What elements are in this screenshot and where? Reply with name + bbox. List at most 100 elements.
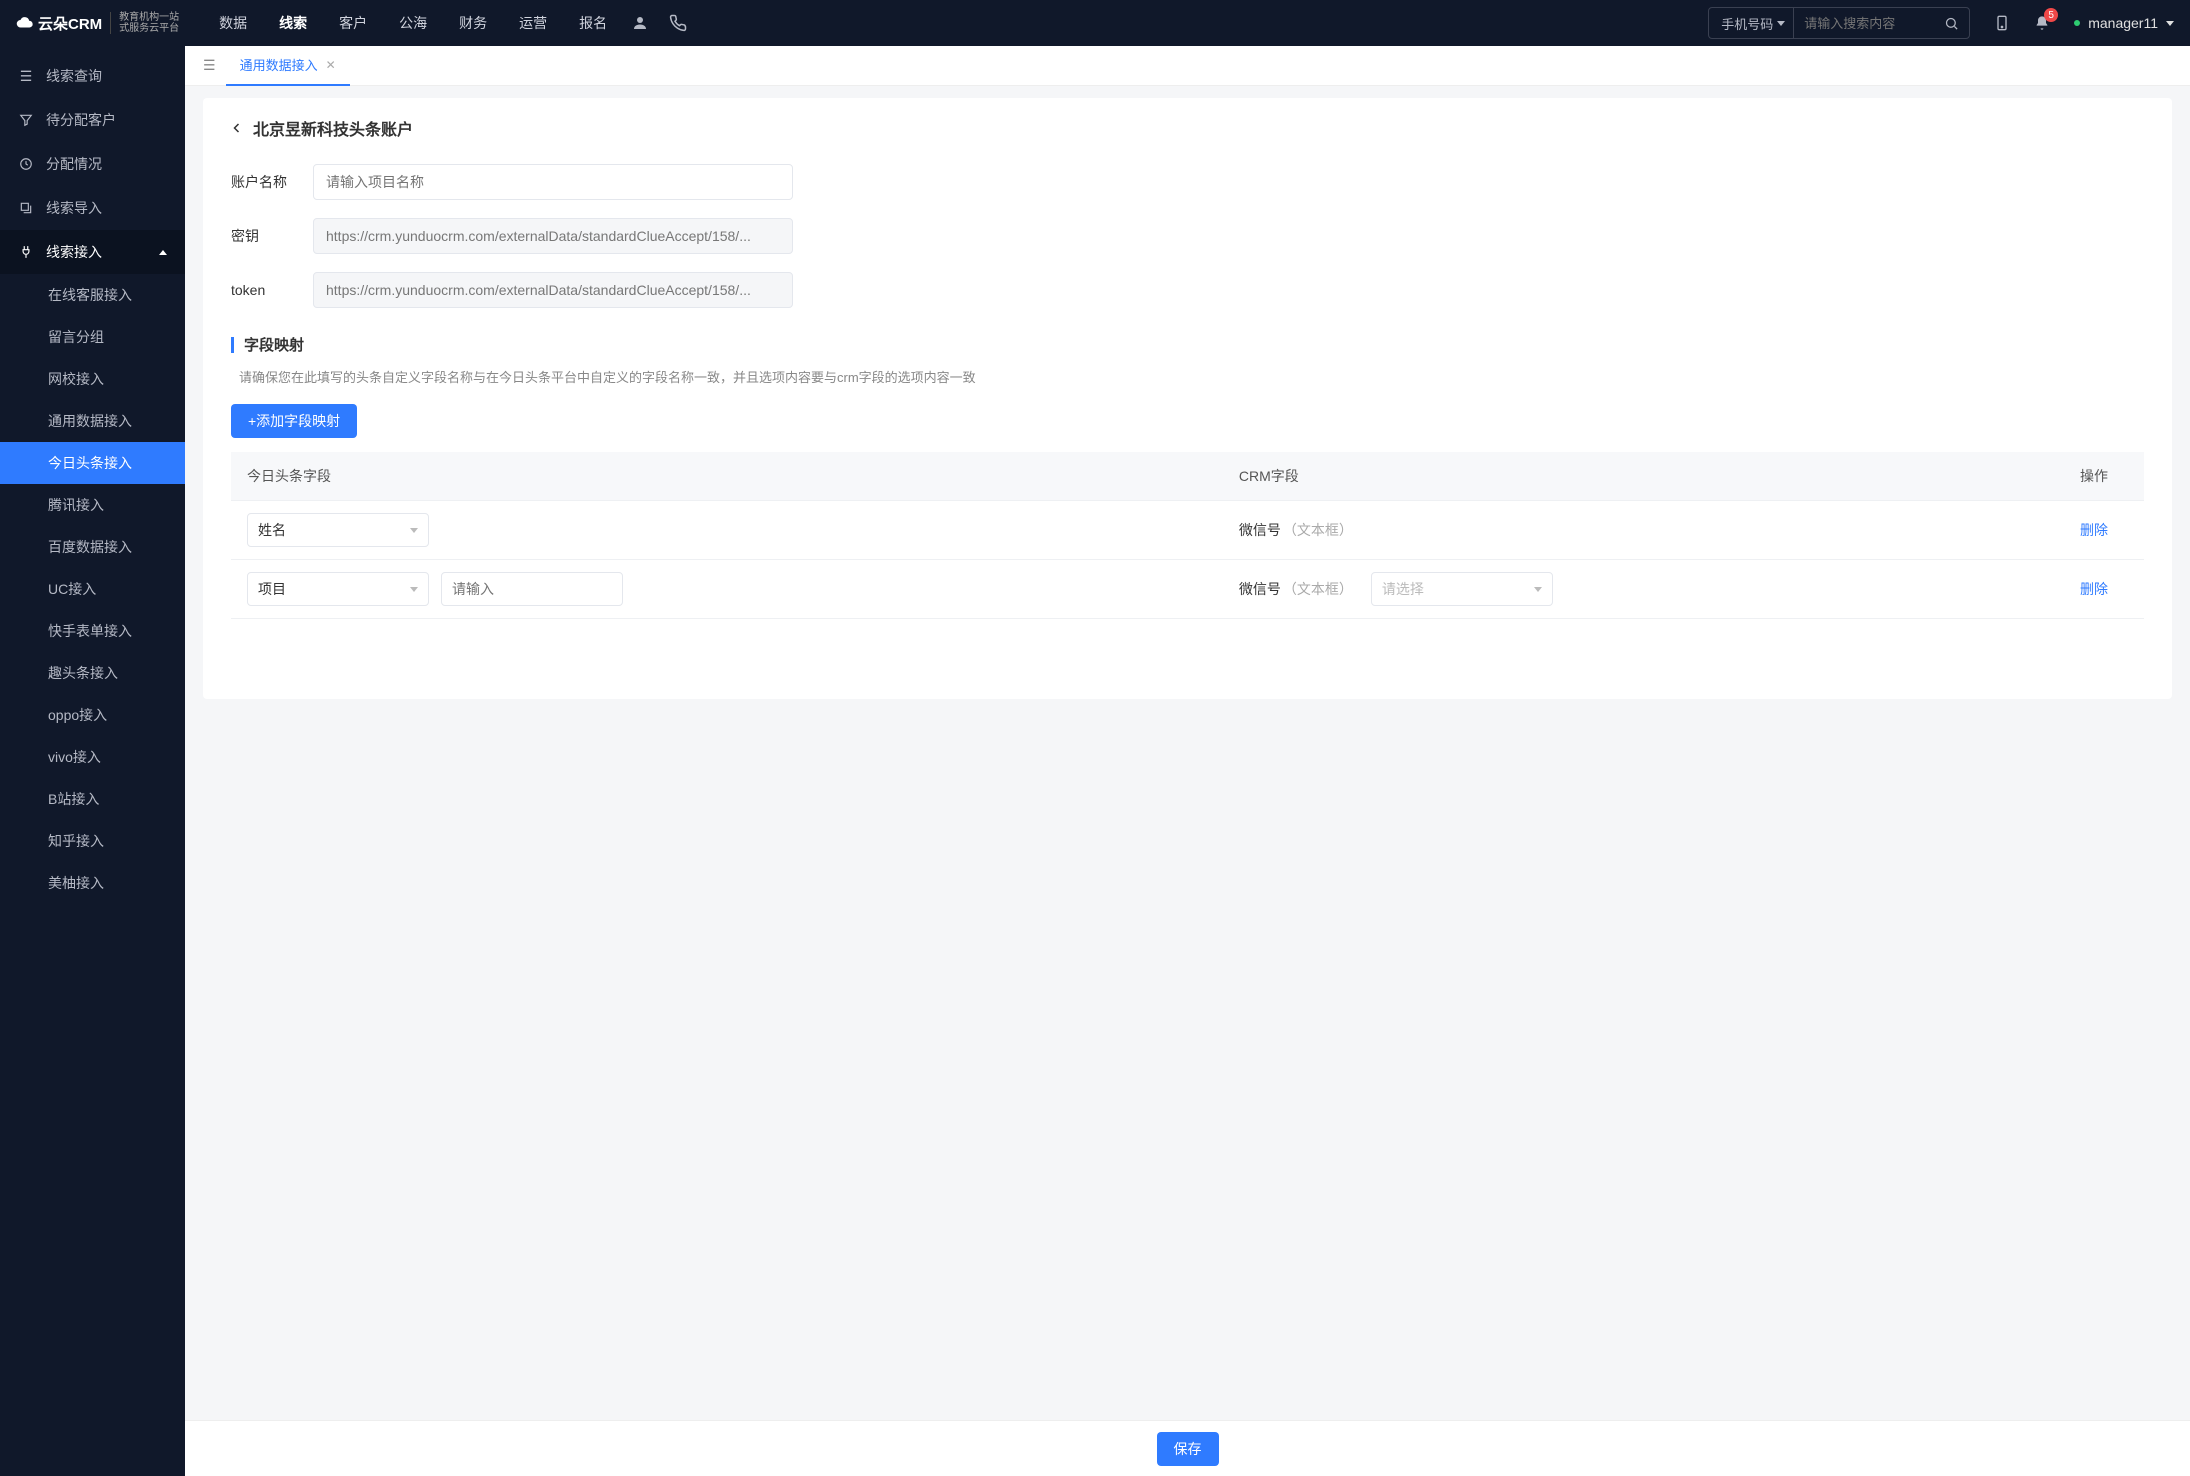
- search-icon[interactable]: [1934, 16, 1969, 31]
- tab-bar: ☰ 通用数据接入 ✕: [185, 46, 2190, 86]
- crm-field-hint: （文本框）: [1283, 522, 1353, 538]
- chevron-down-icon: [1777, 21, 1785, 26]
- nav-customer[interactable]: 客户: [339, 13, 367, 33]
- sidebar-sub-general-data[interactable]: 通用数据接入: [0, 400, 185, 442]
- notification-bell[interactable]: 5: [2034, 14, 2050, 32]
- sidebar-sub-meiyou[interactable]: 美柚接入: [0, 862, 185, 904]
- delete-row-button[interactable]: 删除: [2080, 581, 2108, 597]
- user-name: manager11: [2088, 15, 2158, 31]
- page-header: 北京昱新科技头条账户: [231, 116, 2144, 140]
- secret-value-field[interactable]: https://crm.yunduocrm.com/externalData/s…: [313, 218, 793, 254]
- nav-leads[interactable]: 线索: [279, 13, 307, 33]
- sidebar-item-allocation[interactable]: 分配情况: [0, 142, 185, 186]
- tab-label: 通用数据接入: [240, 55, 318, 74]
- chevron-down-icon: [1534, 587, 1542, 592]
- sidebar-sub-qutoutiao[interactable]: 趣头条接入: [0, 652, 185, 694]
- sidebar-item-label: 线索接入: [46, 242, 102, 262]
- save-button[interactable]: 保存: [1157, 1432, 1219, 1466]
- mapping-title: 字段映射: [244, 334, 304, 355]
- search-input[interactable]: [1794, 16, 1934, 31]
- brand-tagline-2: 式服务云平台: [119, 23, 179, 34]
- call-icon[interactable]: [669, 14, 687, 32]
- search-type-label: 手机号码: [1721, 14, 1773, 33]
- nav-ops[interactable]: 运营: [519, 13, 547, 33]
- field-mapping-table: 今日头条字段 CRM字段 操作 姓名: [231, 452, 2144, 619]
- accent-bar-icon: [231, 337, 234, 353]
- source-field-select[interactable]: 姓名: [247, 513, 429, 547]
- close-icon[interactable]: ✕: [326, 58, 336, 72]
- global-search: 手机号码: [1708, 7, 1970, 39]
- sidebar-item-pending-customer[interactable]: 待分配客户: [0, 98, 185, 142]
- nav-signup[interactable]: 报名: [579, 13, 607, 33]
- nav-data[interactable]: 数据: [219, 13, 247, 33]
- delete-row-button[interactable]: 删除: [2080, 522, 2108, 538]
- select-placeholder: 请选择: [1382, 579, 1424, 599]
- topbar-iconset: [631, 14, 687, 32]
- sidebar-sub-uc[interactable]: UC接入: [0, 568, 185, 610]
- sidebar-sub-message-group[interactable]: 留言分组: [0, 316, 185, 358]
- sidebar-sub-oppo[interactable]: oppo接入: [0, 694, 185, 736]
- col-crm-field: CRM字段: [1223, 452, 2064, 501]
- crm-field-display: 微信号（文本框）: [1239, 579, 1353, 599]
- sidebar-sub-baidu[interactable]: 百度数据接入: [0, 526, 185, 568]
- crm-field-display: 微信号（文本框）: [1239, 522, 1353, 538]
- chevron-down-icon: [410, 528, 418, 533]
- mapping-description: 请确保您在此填写的头条自定义字段名称与在今日头条平台中自定义的字段名称一致，并且…: [239, 367, 2144, 386]
- collapse-sidebar-icon[interactable]: ☰: [193, 57, 226, 74]
- crm-field-hint: （文本框）: [1283, 581, 1353, 597]
- page-content: 北京昱新科技头条账户 账户名称 密钥 https://crm.yunduocrm…: [203, 98, 2172, 699]
- topbar-right: 手机号码 5 manager11: [1708, 7, 2174, 39]
- sidebar-sub-school[interactable]: 网校接入: [0, 358, 185, 400]
- sidebar-sub-vivo[interactable]: vivo接入: [0, 736, 185, 778]
- select-value: 项目: [258, 579, 286, 599]
- token-value-field[interactable]: https://crm.yunduocrm.com/externalData/s…: [313, 272, 793, 308]
- sidebar-sub-zhihu[interactable]: 知乎接入: [0, 820, 185, 862]
- secret-value-text: https://crm.yunduocrm.com/externalData/s…: [326, 228, 751, 244]
- account-name-label: 账户名称: [231, 172, 295, 192]
- secret-label: 密钥: [231, 226, 295, 246]
- nav-pool[interactable]: 公海: [399, 13, 427, 33]
- add-field-mapping-label: +添加字段映射: [248, 411, 340, 431]
- sidebar-item-label: 线索查询: [46, 66, 102, 86]
- add-field-mapping-button[interactable]: +添加字段映射: [231, 404, 357, 438]
- sidebar-sub-bilibili[interactable]: B站接入: [0, 778, 185, 820]
- user-icon[interactable]: [631, 14, 649, 32]
- topbar: 云朵CRM 教育机构一站 式服务云平台 数据 线索 客户 公海 财务 运营 报名…: [0, 0, 2190, 46]
- token-label: token: [231, 282, 295, 298]
- search-type-select[interactable]: 手机号码: [1709, 8, 1794, 38]
- account-name-input[interactable]: [326, 174, 780, 190]
- phone-icon[interactable]: [1994, 14, 2010, 32]
- sidebar-item-label: 线索导入: [46, 198, 102, 218]
- back-icon[interactable]: [231, 120, 243, 136]
- sidebar: ☰ 线索查询 待分配客户 分配情况 线索导入 线索接入 在线客服接入 留言分组 …: [0, 46, 185, 1476]
- sidebar-item-lead-import[interactable]: 线索导入: [0, 186, 185, 230]
- sidebar-sub-toutiao[interactable]: 今日头条接入: [0, 442, 185, 484]
- sidebar-sub-online-service[interactable]: 在线客服接入: [0, 274, 185, 316]
- tab-general-data-access[interactable]: 通用数据接入 ✕: [226, 46, 350, 86]
- user-menu[interactable]: manager11: [2074, 15, 2174, 31]
- section-header-mapping: 字段映射: [231, 334, 2144, 355]
- source-field-extra-input[interactable]: [441, 572, 623, 606]
- sidebar-sub-tencent[interactable]: 腾讯接入: [0, 484, 185, 526]
- plug-icon: [18, 245, 34, 259]
- brand-name: 云朵CRM: [38, 13, 102, 34]
- brand-tagline-1: 教育机构一站: [119, 12, 179, 23]
- brand-logo: 云朵CRM: [16, 13, 102, 34]
- list-icon: ☰: [18, 68, 34, 85]
- sidebar-sub-kuaishou[interactable]: 快手表单接入: [0, 610, 185, 652]
- nav-finance[interactable]: 财务: [459, 13, 487, 33]
- sidebar-item-label: 分配情况: [46, 154, 102, 174]
- form-row-token: token https://crm.yunduocrm.com/external…: [231, 272, 2144, 308]
- source-field-select[interactable]: 项目: [247, 572, 429, 606]
- main: ☰ 通用数据接入 ✕ 北京昱新科技头条账户 账户名称 密钥 https://cr: [185, 46, 2190, 1476]
- brand-tagline: 教育机构一站 式服务云平台: [110, 12, 179, 34]
- sidebar-item-lead-query[interactable]: ☰ 线索查询: [0, 54, 185, 98]
- layout: ☰ 线索查询 待分配客户 分配情况 线索导入 线索接入 在线客服接入 留言分组 …: [0, 46, 2190, 1476]
- crm-field-select[interactable]: 请选择: [1371, 572, 1553, 606]
- cloud-icon: [16, 14, 34, 32]
- sidebar-item-label: 待分配客户: [46, 110, 116, 130]
- chevron-down-icon: [2166, 21, 2174, 26]
- account-name-input-wrap: [313, 164, 793, 200]
- sidebar-item-lead-access[interactable]: 线索接入: [0, 230, 185, 274]
- crm-field-name: 微信号: [1239, 522, 1281, 538]
